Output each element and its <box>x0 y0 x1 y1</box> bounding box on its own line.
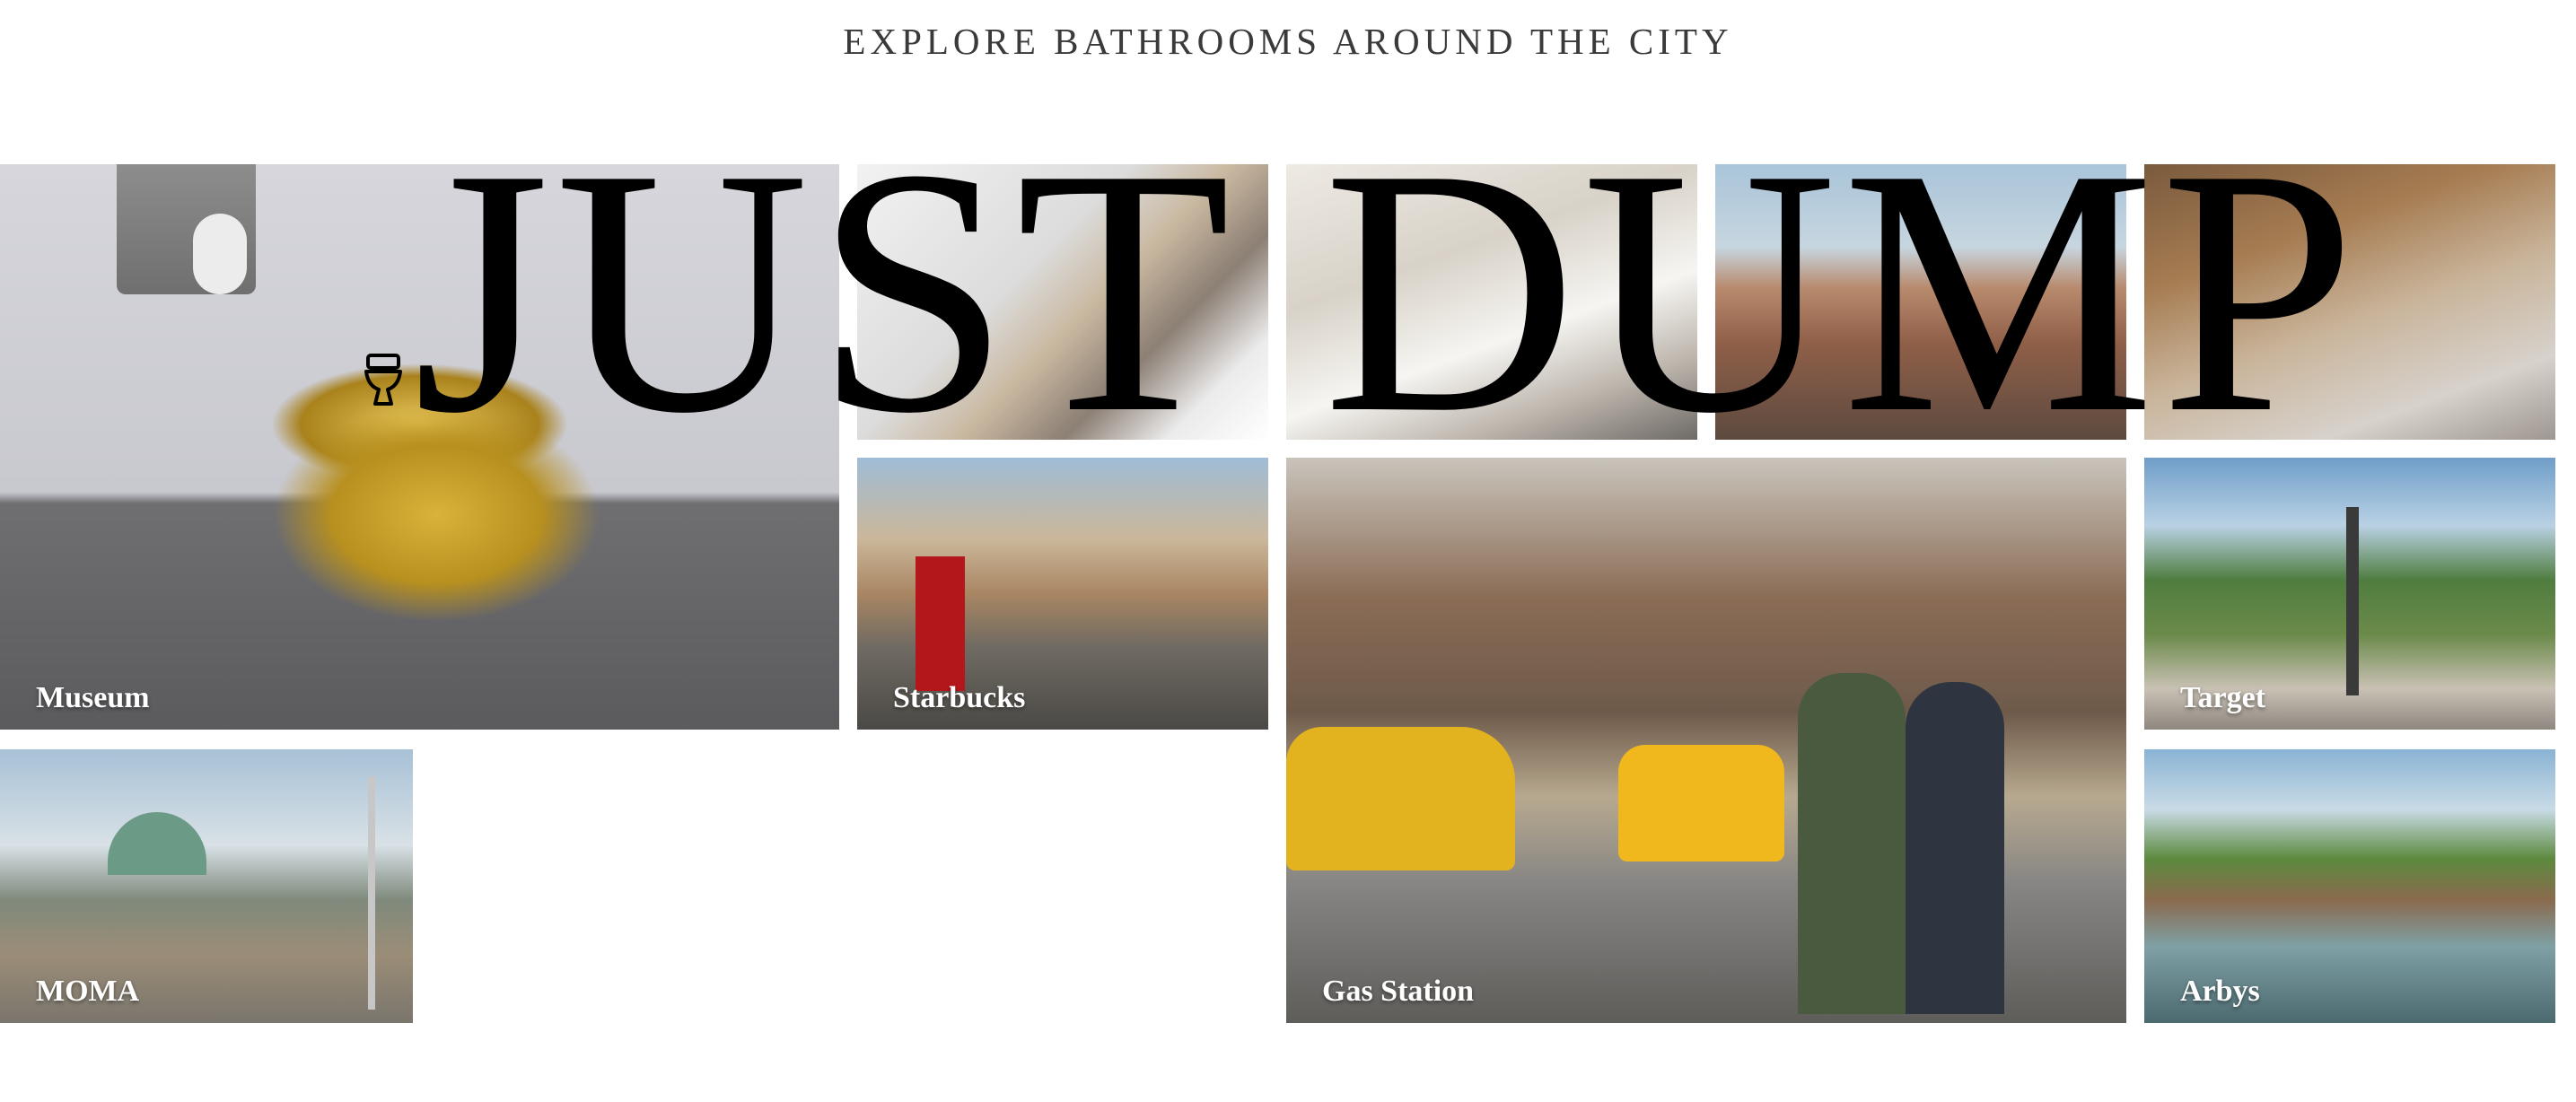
toilet-icon[interactable] <box>363 354 404 406</box>
tile-label: Gas Station <box>1322 975 1475 1008</box>
tile-city-1[interactable] <box>1715 164 2126 440</box>
museum-photo <box>0 164 839 730</box>
toilet-paper-roll <box>193 214 247 294</box>
street-1-photo <box>2144 164 2555 440</box>
tile-moma[interactable]: MOMA <box>0 749 413 1023</box>
tile-label: Starbucks <box>893 681 1026 714</box>
tile-gas-station[interactable]: Gas Station <box>1286 458 2126 1023</box>
tile-museum[interactable]: Museum <box>0 164 839 730</box>
taxi-cab <box>1618 745 1784 861</box>
gas-station-photo <box>1286 458 2126 1023</box>
cathedral-dome <box>108 812 206 875</box>
tile-target[interactable]: Target <box>2144 458 2555 730</box>
pedestrian <box>1798 673 1906 1014</box>
city-1-photo <box>1715 164 2126 440</box>
pedestrian <box>1906 682 2004 1014</box>
tile-starbucks[interactable]: Starbucks <box>857 458 1268 730</box>
bathroom-grid: Museum Starbucks Gas Station Target MOMA… <box>0 0 2576 1102</box>
tile-street-1[interactable] <box>2144 164 2555 440</box>
tile-bath-2[interactable] <box>1286 164 1697 440</box>
tv-tower <box>368 776 375 1010</box>
tile-label: Target <box>2180 681 2266 714</box>
bath-2-photo <box>1286 164 1697 440</box>
monument-column <box>2346 507 2359 695</box>
tile-label: MOMA <box>36 975 140 1008</box>
tile-arbys[interactable]: Arbys <box>2144 749 2555 1023</box>
tile-bath-1[interactable] <box>857 164 1268 440</box>
tile-label: Museum <box>36 681 150 714</box>
taxi-cab <box>1286 727 1515 870</box>
bath-1-photo <box>857 164 1268 440</box>
phone-booth <box>916 556 965 691</box>
tile-label: Arbys <box>2180 975 2260 1008</box>
